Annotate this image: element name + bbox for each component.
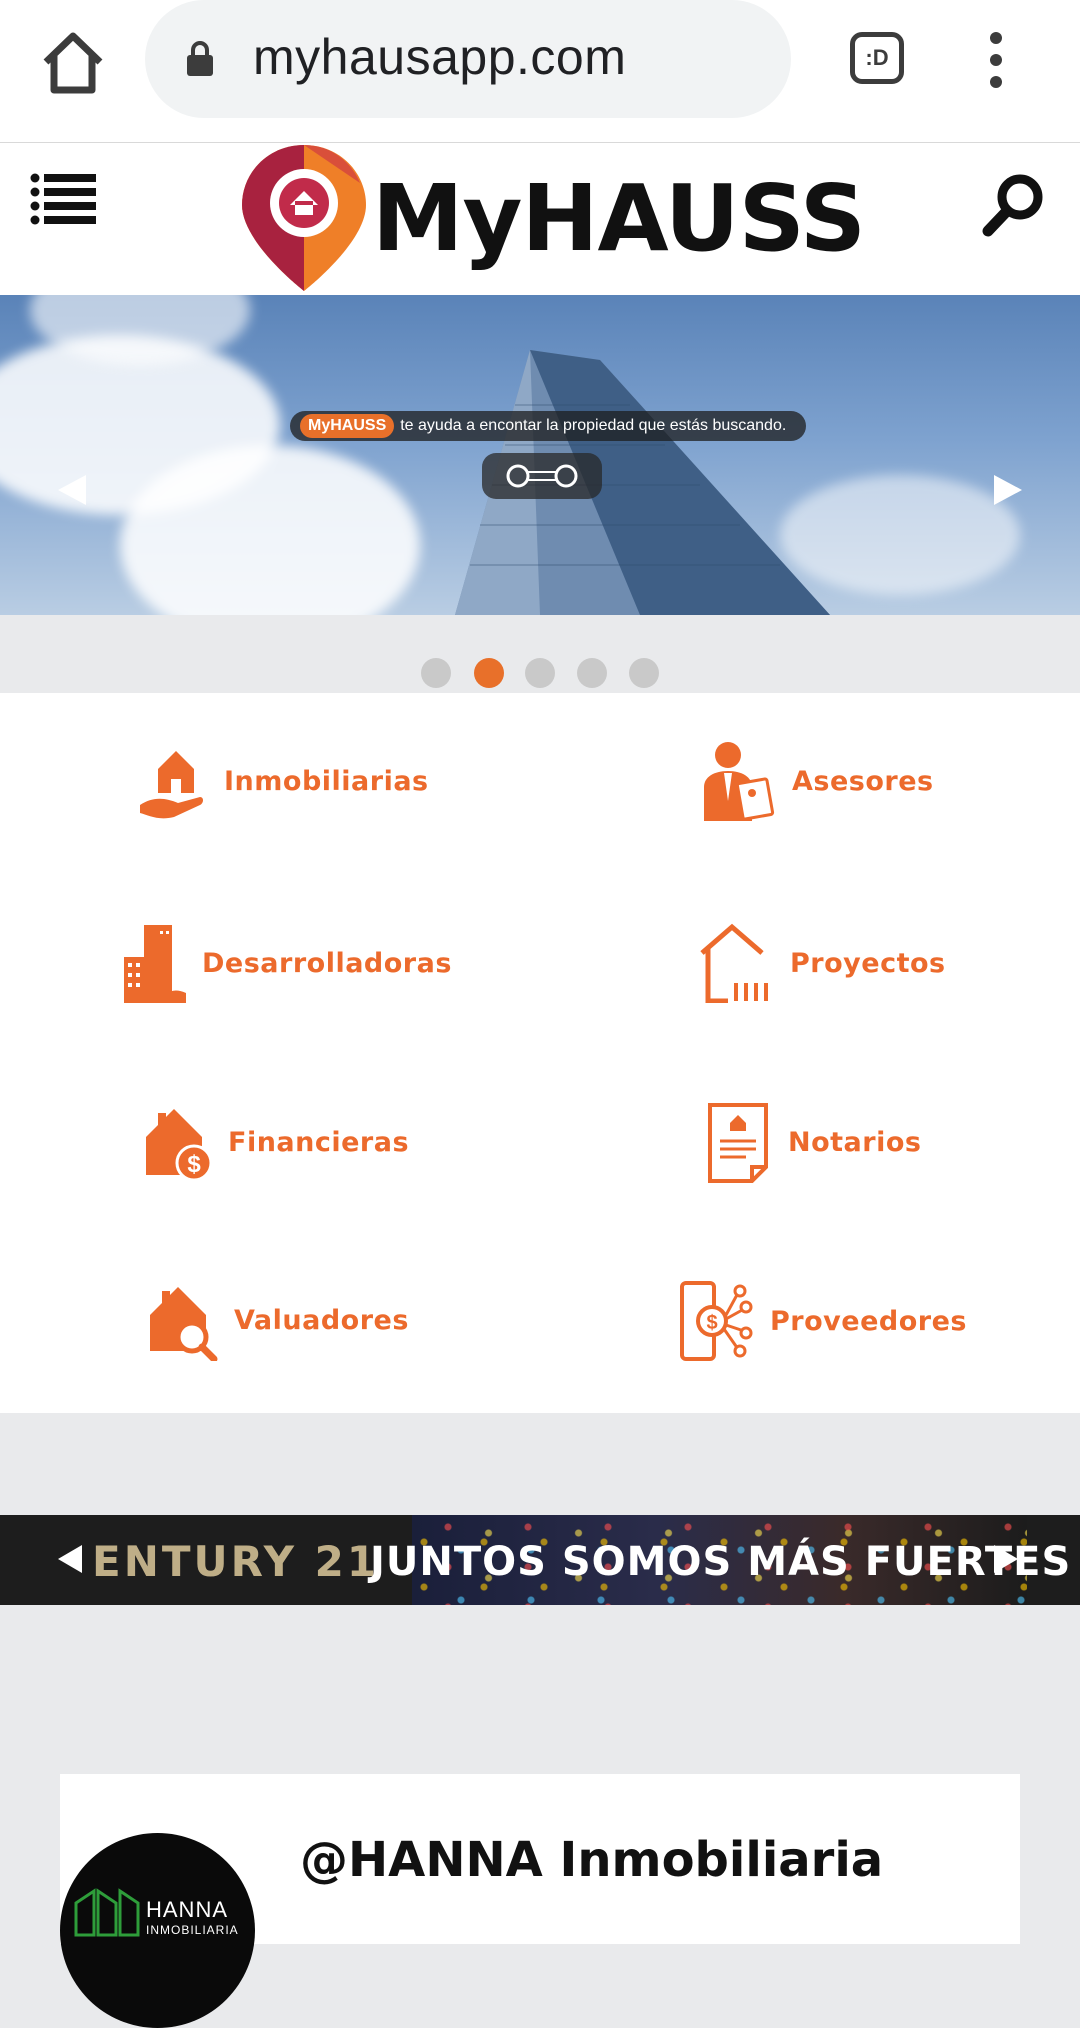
advisor-icon [704,742,775,821]
house-search-icon [150,1287,218,1361]
keys-icon [506,464,578,488]
carousel-dot-1[interactable] [421,658,451,688]
category-label: Financieras [228,1126,410,1158]
category-label: Inmobiliarias [224,765,429,797]
category-label: Valuadores [234,1304,409,1336]
menu-icon[interactable] [30,173,96,227]
category-financieras[interactable]: $ Financieras [144,1101,409,1183]
address-bar[interactable]: myhausapp.com [145,0,791,118]
banner-prev-arrow[interactable] [58,1545,82,1573]
tab-switcher-button[interactable]: :D [850,32,904,84]
category-valuadores[interactable]: Valuadores [148,1279,409,1361]
buildings-icon [124,925,186,1003]
category-asesores[interactable]: Asesores [700,741,934,821]
category-desarrolladoras[interactable]: Desarrolladoras [124,923,452,1003]
hanna-logo-icon [74,1888,140,1937]
carousel-dot-3[interactable] [525,658,555,688]
project-house-icon [700,923,768,1003]
category-inmobiliarias[interactable]: Inmobiliarias [138,741,429,821]
category-proveedores[interactable]: $ Proveedores [678,1279,967,1363]
banner-brand: ENTURY 21 [92,1537,380,1586]
hero-caption-brand: MyHAUSS [300,414,395,438]
house-money-icon: $ [146,1109,212,1182]
hero-caption-text: te ayuda a encontar la propiedad que est… [400,417,787,434]
search-icon[interactable] [980,171,1046,237]
avatar[interactable]: HANNA INMOBILIARIA [60,1833,255,2028]
category-grid: Inmobiliarias Asesores Desarrolladoras P… [0,693,1080,1413]
category-label: Asesores [792,765,934,797]
svg-text:$: $ [706,1312,717,1334]
category-proyectos[interactable]: Proyectos [698,923,946,1003]
home-icon[interactable] [38,28,108,98]
carousel-dot-2[interactable] [474,658,504,688]
carousel-prev-arrow[interactable] [58,475,86,505]
category-notarios[interactable]: Notarios [706,1101,921,1183]
url-text: myhausapp.com [253,29,627,85]
agency-handle[interactable]: @HANNA Inmobiliaria [300,1832,883,1888]
avatar-subtitle: INMOBILIARIA [146,1923,239,1937]
logo-pin-icon[interactable] [240,143,368,293]
banner-tagline: JUNTOS SOMOS MÁS FUERTES [370,1539,1072,1585]
century21-banner[interactable]: ENTURY 21 JUNTOS SOMOS MÁS FUERTES [0,1515,1080,1605]
agency-card[interactable]: HANNA INMOBILIARIA @HANNA Inmobiliaria [60,1774,1020,2028]
carousel-dot-4[interactable] [577,658,607,688]
carousel-next-arrow[interactable] [994,475,1022,505]
category-label: Desarrolladoras [202,947,452,979]
browser-toolbar: myhausapp.com :D [0,0,1080,143]
house-in-hand-icon [140,751,203,819]
lock-icon [187,41,213,76]
category-label: Notarios [788,1126,922,1158]
carousel-dot-5[interactable] [629,658,659,688]
site-header: MyHAUSS [0,143,1080,295]
phone-money-network-icon: $ [680,1281,753,1361]
more-options-icon[interactable] [984,30,1008,90]
logo-wordmark[interactable]: MyHAUSS [372,165,866,272]
hero-caption: MyHAUSS te ayuda a encontar la propiedad … [290,411,806,441]
avatar-name: HANNA [146,1897,229,1922]
category-label: Proveedores [770,1305,967,1337]
keys-badge [482,453,602,499]
banner-next-arrow[interactable] [994,1545,1018,1573]
hero-carousel[interactable]: MyHAUSS te ayuda a encontar la propiedad … [0,295,1080,615]
document-icon [708,1103,768,1183]
category-label: Proyectos [790,947,946,979]
svg-text:$: $ [187,1151,201,1178]
